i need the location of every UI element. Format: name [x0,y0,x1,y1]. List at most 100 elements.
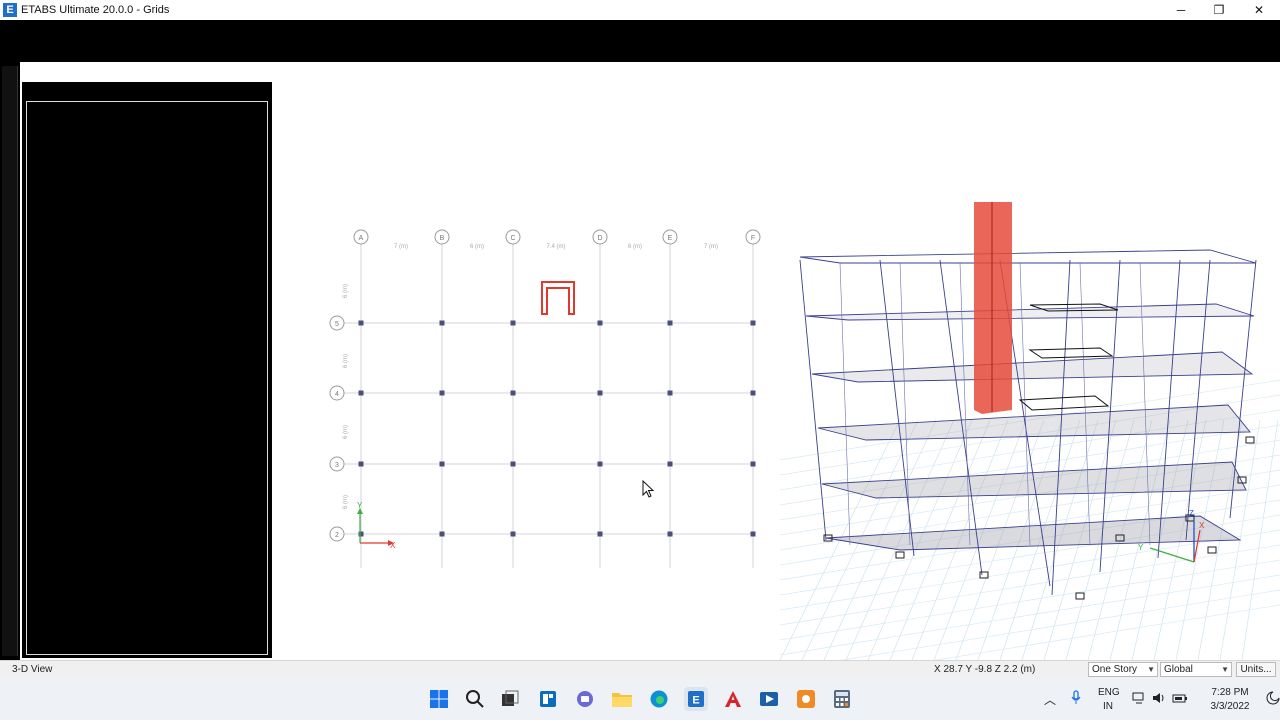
support-symbol [1207,546,1217,554]
grid-bubble-F[interactable]: F [745,229,761,245]
grid-joint[interactable] [358,390,364,396]
volume-icon[interactable] [1152,691,1166,708]
beam-line [899,262,911,546]
close-button[interactable]: ✕ [1239,0,1279,20]
edge-icon[interactable] [647,687,671,711]
grid-joint[interactable] [510,531,516,537]
beam-line [1079,262,1091,546]
grid-joint[interactable] [750,390,756,396]
grid-bubble-4[interactable]: 4 [329,385,345,401]
grid-joint[interactable] [597,390,603,396]
etabs-icon[interactable]: E [684,687,708,711]
chat-icon[interactable] [573,687,597,711]
grid-joint[interactable] [358,461,364,467]
grid-joint[interactable] [510,320,516,326]
core-wall-plan[interactable] [538,280,578,320]
ground-grid-line [840,589,1280,660]
grid-joint[interactable] [667,320,673,326]
taskbar: E ︿ ENG IN 7:28 PM 3/3/2022 [0,678,1280,720]
grid-joint[interactable] [597,320,603,326]
grid-joint[interactable] [667,390,673,396]
floor-slab [811,351,1254,383]
coordinate-system-select[interactable]: Global ▼ [1160,662,1232,677]
grid-joint[interactable] [597,461,603,467]
grid-joint[interactable] [439,390,445,396]
grid-joint[interactable] [597,531,603,537]
building-frame [799,249,1257,600]
svg-text:C: C [510,235,515,242]
column-line [1229,259,1257,519]
start-icon[interactable] [427,687,451,711]
beam-line [959,262,971,546]
grid-joint[interactable] [439,320,445,326]
status-bar: 3-D View X 28.7 Y -9.8 Z 2.2 (m) One Sto… [0,660,1280,678]
minimize-button[interactable]: ─ [1161,0,1201,20]
window-title: ETABS Ultimate 20.0.0 - Grids [21,4,170,16]
ground-grid-line [780,559,1280,641]
support-symbol [1245,436,1255,444]
coordinate-system-value: Global [1164,664,1193,675]
clock-date[interactable]: 3/3/2022 [1202,701,1258,712]
svg-text:6 (m): 6 (m) [470,244,484,250]
grid-bubble-C[interactable]: C [505,229,521,245]
battery-icon[interactable] [1172,691,1188,708]
grid-joint[interactable] [510,390,516,396]
grid-bubble-E[interactable]: E [662,229,678,245]
3d-model-view[interactable]: Y Z X [780,120,1280,660]
grid-bubble-B[interactable]: B [434,229,450,245]
grid-bubble-A[interactable]: A [353,229,369,245]
language-bottom[interactable]: IN [1103,701,1113,712]
widgets-icon[interactable] [536,687,560,711]
title-bar: E ETABS Ultimate 20.0.0 - Grids ─ ❐ ✕ [0,0,1280,20]
grid-joint[interactable] [750,320,756,326]
file-explorer-icon[interactable] [610,687,634,711]
floor-slab [799,249,1257,264]
units-button[interactable]: Units... [1236,662,1276,677]
svg-text:3: 3 [335,462,339,469]
chevron-up-icon[interactable]: ︿ [1044,691,1056,708]
story-select[interactable]: One Story ▼ [1088,662,1158,677]
search-icon[interactable] [463,687,487,711]
grid-joint[interactable] [439,531,445,537]
grid-bubble-3[interactable]: 3 [329,456,345,472]
grid-bubble-D[interactable]: D [592,229,608,245]
workspace: A B C D E F 7 (m) 6 (m) 7.4 (m) 6 (m) 7 … [0,62,1280,660]
video-player-icon[interactable] [757,687,781,711]
microphone-icon[interactable] [1070,690,1082,709]
grid-joint[interactable] [667,461,673,467]
slab-opening [1018,395,1110,411]
notifications-icon[interactable] [1266,691,1280,708]
autocad-icon[interactable] [721,687,745,711]
svg-text:7 (m): 7 (m) [704,244,718,250]
shear-wall-core[interactable] [974,202,1012,414]
chevron-down-icon: ▼ [1147,665,1155,674]
svg-text:E: E [692,695,699,707]
grid-joint[interactable] [750,531,756,537]
screen-recorder-icon[interactable] [794,687,818,711]
support-symbol [1075,592,1085,600]
network-icon[interactable] [1132,691,1146,708]
clock-time[interactable]: 7:28 PM [1202,687,1258,698]
grid-bubble-5[interactable]: 5 [329,315,345,331]
model-explorer-panel[interactable] [22,82,272,658]
restore-button[interactable]: ❐ [1199,0,1239,20]
row-grid-bubbles: 5 4 3 2 1 [329,315,345,542]
language-top[interactable]: ENG [1098,687,1120,698]
grid-joint[interactable] [358,320,364,326]
grid-joint[interactable] [667,531,673,537]
story-select-value: One Story [1092,664,1138,675]
svg-text:F: F [751,235,755,242]
beam-line [1139,262,1151,546]
calculator-icon[interactable] [830,687,854,711]
cursor-coordinates: X 28.7 Y -9.8 Z 2.2 (m) [934,664,1036,675]
svg-text:X: X [1199,521,1205,530]
svg-text:4: 4 [335,391,339,398]
support-symbol [895,551,905,559]
grid-bubble-2[interactable]: 2 [329,526,345,542]
grid-joint[interactable] [510,461,516,467]
grid-joint[interactable] [439,461,445,467]
plan-grid-nodes [358,320,756,537]
side-toolbar [0,62,20,660]
grid-joint[interactable] [750,461,756,467]
task-view-icon[interactable] [498,687,522,711]
